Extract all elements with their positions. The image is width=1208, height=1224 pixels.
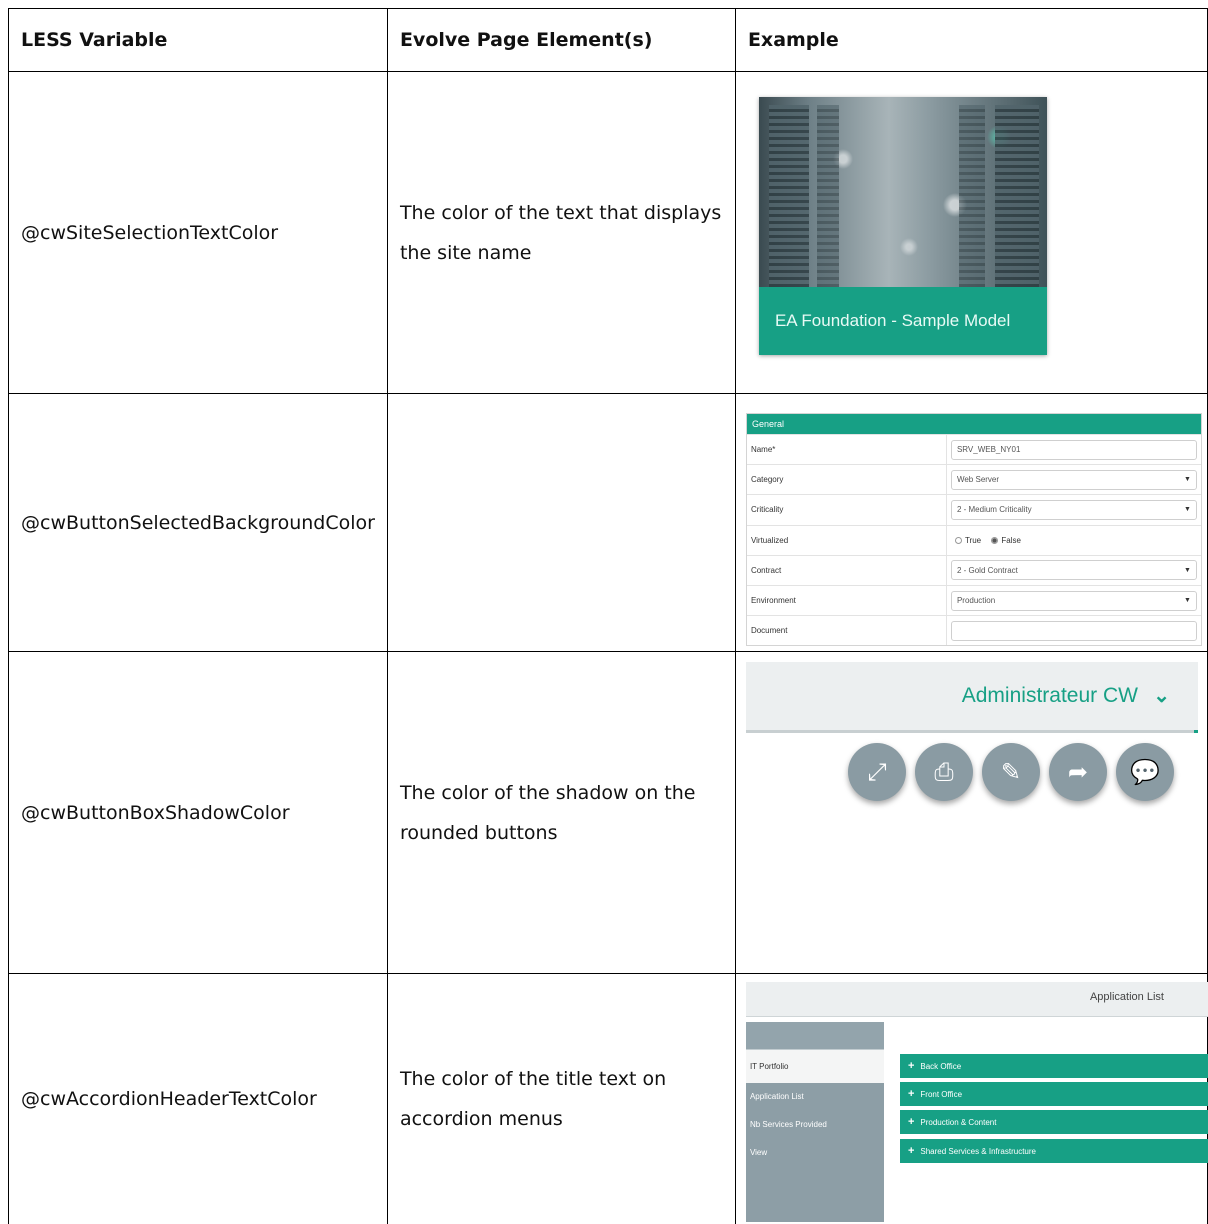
table-row: @cwButtonSelectedBackgroundColor General…	[8, 393, 1208, 652]
form-row-environment: Environment Production ▼	[746, 584, 1201, 616]
radio-false[interactable]	[991, 537, 999, 545]
site-tile[interactable]: EA Foundation - Sample Model	[758, 97, 1047, 355]
page-header: Application List	[745, 982, 1208, 1017]
category-select[interactable]: Web Server ▼	[950, 469, 1197, 490]
dropdown-arrow-icon: ▼	[1184, 566, 1191, 574]
variable-cell: @cwSiteSelectionTextColor	[8, 71, 388, 394]
column-header-variable: LESS Variable	[8, 8, 388, 72]
description-cell: The color of the title text on accordion…	[386, 973, 736, 1224]
variable-cell: @cwButtonSelectedBackgroundColor	[8, 393, 388, 652]
accordion-example: Application List IT Portfolio Applicatio…	[745, 982, 1208, 1222]
form-row-category: Category Web Server ▼	[746, 464, 1201, 495]
radio-true[interactable]	[954, 537, 962, 545]
user-bar: Administrateur CW ⌄	[745, 662, 1198, 733]
site-name-label: EA Foundation - Sample Model	[758, 287, 1047, 355]
plus-icon: +	[907, 1116, 915, 1128]
general-form: General Name* SRV_WEB_NY01 Category Web …	[745, 413, 1202, 647]
expand-icon[interactable]: ⤢	[847, 743, 906, 801]
column-header-element: Evolve Page Element(s)	[386, 8, 736, 72]
plus-icon: +	[907, 1145, 915, 1157]
example-cell: Administrateur CW ⌄ ⤢ ⎙ ✎ ➦ 💬	[734, 651, 1208, 974]
sidebar-item[interactable]: Application List	[746, 1083, 884, 1111]
name-input[interactable]: SRV_WEB_NY01	[950, 439, 1197, 460]
table-header-row: LESS Variable Evolve Page Element(s) Exa…	[8, 8, 1208, 72]
site-tile-image	[758, 97, 1047, 287]
accordion-header[interactable]: + Shared Services & Infrastructure	[899, 1139, 1208, 1163]
dropdown-arrow-icon: ▼	[1184, 476, 1191, 484]
dropdown-arrow-icon: ▼	[1184, 597, 1191, 605]
comment-icon[interactable]: 💬	[1115, 743, 1174, 801]
variable-cell: @cwAccordionHeaderTextColor	[8, 973, 388, 1224]
example-cell: Application List IT Portfolio Applicatio…	[734, 973, 1208, 1224]
table-row: @cwButtonBoxShadowColor The color of the…	[8, 651, 1208, 974]
sidebar-item[interactable]: Nb Services Provided	[746, 1111, 884, 1139]
criticality-select[interactable]: 2 - Medium Criticality ▼	[950, 499, 1197, 520]
form-row-name: Name* SRV_WEB_NY01	[746, 434, 1201, 465]
plus-icon: +	[907, 1060, 915, 1072]
example-cell: General Name* SRV_WEB_NY01 Category Web …	[734, 393, 1208, 652]
edit-icon[interactable]: ✎	[981, 743, 1040, 801]
example-cell: EA Foundation - Sample Model	[734, 71, 1208, 394]
chevron-down-icon[interactable]: ⌄	[1153, 662, 1170, 730]
less-variables-table: LESS Variable Evolve Page Element(s) Exa…	[8, 8, 1208, 1224]
form-row-virtualized: Virtualized True False	[746, 524, 1201, 555]
page-title: Application List	[1089, 991, 1164, 1003]
accordion-header[interactable]: + Production & Content	[899, 1110, 1208, 1134]
form-row-contract: Contract 2 - Gold Contract ▼	[746, 554, 1201, 585]
form-header: General	[746, 414, 1201, 434]
form-row-criticality: Criticality 2 - Medium Criticality ▼	[746, 494, 1201, 525]
environment-select[interactable]: Production ▼	[950, 590, 1197, 611]
print-icon[interactable]: ⎙	[914, 743, 973, 801]
plus-icon: +	[907, 1088, 915, 1100]
accordion-header[interactable]: + Front Office	[899, 1082, 1208, 1106]
document-input[interactable]	[950, 620, 1197, 641]
form-row-document: Document	[746, 615, 1201, 646]
sidebar-item[interactable]: IT Portfolio	[745, 1050, 884, 1083]
column-header-example: Example	[734, 8, 1208, 72]
sidebar-item[interactable]: View	[746, 1139, 884, 1167]
contract-select[interactable]: 2 - Gold Contract ▼	[950, 560, 1197, 581]
user-name[interactable]: Administrateur CW	[962, 662, 1138, 730]
description-cell	[386, 393, 736, 652]
table-row: @cwSiteSelectionTextColor The color of t…	[8, 71, 1208, 394]
description-cell: The color of the text that displays the …	[386, 71, 736, 394]
description-cell: The color of the shadow on the rounded b…	[386, 651, 736, 974]
rounded-buttons: ⤢ ⎙ ✎ ➦ 💬	[847, 743, 1174, 801]
share-icon[interactable]: ➦	[1048, 743, 1107, 801]
variable-cell: @cwButtonBoxShadowColor	[8, 651, 388, 974]
table-row: @cwAccordionHeaderTextColor The color of…	[8, 973, 1208, 1224]
accordion-header[interactable]: + Back Office	[899, 1054, 1208, 1078]
dropdown-arrow-icon: ▼	[1184, 506, 1191, 514]
